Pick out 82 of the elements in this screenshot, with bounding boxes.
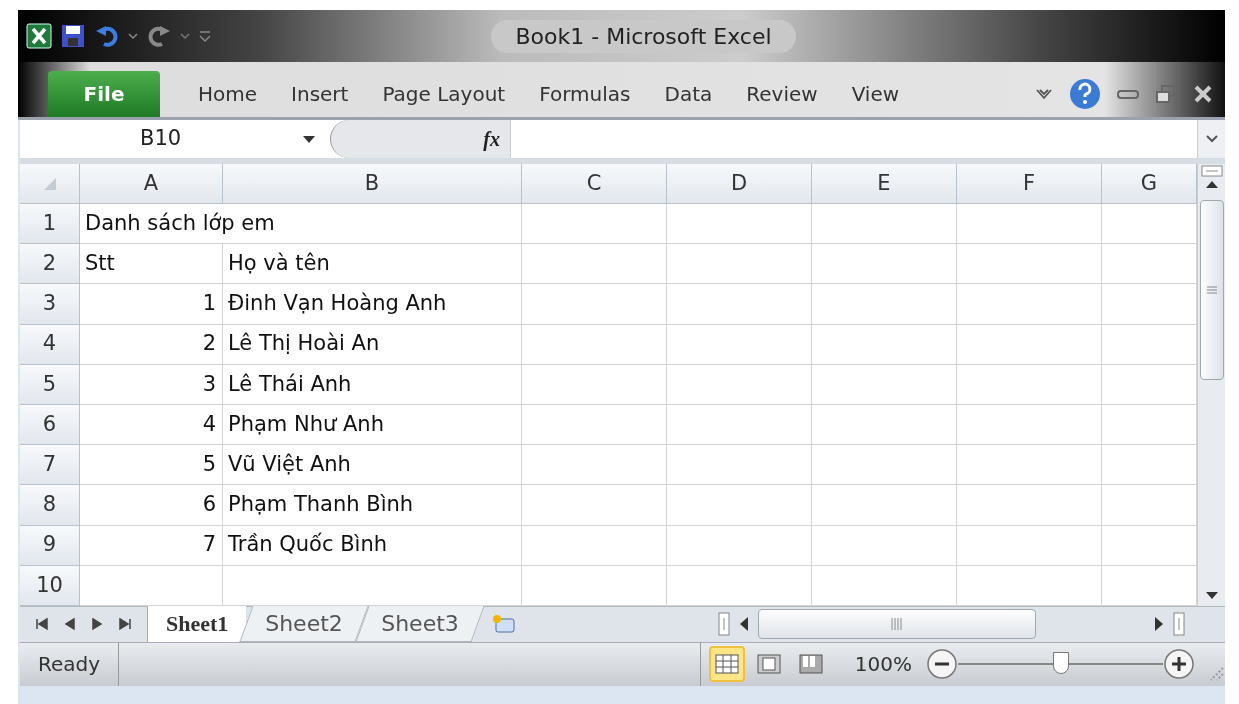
row-header[interactable]: 7 — [20, 445, 80, 486]
table-cell: Stt — [80, 244, 223, 285]
window-title: Book1 - Microsoft Excel — [491, 19, 796, 53]
split-handle-icon[interactable] — [718, 612, 730, 637]
table-cell: 2 — [80, 324, 223, 365]
row-header[interactable]: 8 — [20, 485, 80, 526]
split-handle-icon[interactable] — [1200, 164, 1223, 178]
zoom-level[interactable]: 100% — [854, 649, 912, 680]
spreadsheet-logo-icon[interactable] — [26, 23, 52, 49]
table-cell: 1 — [80, 284, 223, 325]
column-header[interactable]: D — [667, 164, 812, 204]
horizontal-scroll-thumb[interactable] — [758, 609, 1036, 640]
grip-icon — [1205, 285, 1218, 295]
row-header[interactable]: 2 — [20, 244, 80, 285]
scroll-thumb[interactable] — [1199, 200, 1224, 380]
zoom-in-icon[interactable] — [1163, 648, 1195, 681]
file-tab[interactable]: File — [48, 71, 160, 117]
table-cell: Đinh Vạn Hoàng Anh — [223, 284, 522, 325]
vertical-scrollbar[interactable] — [1197, 164, 1225, 606]
row-header[interactable]: 4 — [20, 324, 80, 365]
zoom-out-icon[interactable] — [926, 648, 958, 681]
last-sheet-icon[interactable] — [117, 616, 134, 633]
corner-triangle-icon — [42, 176, 57, 191]
close-icon[interactable] — [1193, 84, 1213, 104]
row-header[interactable]: 5 — [20, 364, 80, 405]
table-cell: 3 — [80, 364, 223, 405]
table-cell: Phạm Thanh Bình — [223, 485, 522, 526]
column-header[interactable]: C — [522, 164, 667, 204]
ribbon-tab[interactable]: Page Layout — [378, 71, 510, 117]
split-handle-icon[interactable] — [1173, 612, 1185, 637]
minimize-icon[interactable] — [1117, 88, 1139, 100]
table-cell: Lê Thị Hoài An — [223, 324, 522, 365]
table-cell: Danh sách lớp em — [80, 204, 522, 245]
table-cell: 4 — [80, 404, 223, 446]
row-header[interactable]: 10 — [20, 565, 80, 606]
dropdown-icon[interactable] — [302, 134, 316, 144]
ribbon-tab[interactable]: Formulas — [535, 71, 635, 117]
ribbon-tab[interactable]: Home — [194, 71, 262, 117]
row-header[interactable]: 3 — [20, 284, 80, 325]
ribbon-tab[interactable]: Review — [742, 71, 822, 117]
save-icon[interactable] — [60, 23, 86, 49]
status-text: Ready — [20, 642, 120, 686]
caret-icon[interactable] — [128, 32, 138, 40]
caret-icon[interactable] — [180, 32, 190, 40]
row-header[interactable]: 1 — [20, 204, 80, 245]
sheet-tab[interactable]: Sheet3 — [355, 605, 485, 642]
expand-icon[interactable] — [1204, 134, 1219, 144]
view-button[interactable] — [708, 646, 745, 683]
help-icon[interactable] — [1069, 78, 1101, 110]
column-header[interactable]: F — [957, 164, 1102, 204]
grip-icon — [890, 617, 904, 632]
ribbon-tab[interactable]: Insert — [287, 71, 353, 117]
table-cell: 6 — [80, 485, 223, 526]
column-header[interactable]: B — [223, 164, 522, 204]
undo-icon[interactable] — [94, 23, 120, 49]
column-header[interactable]: G — [1102, 164, 1197, 204]
scroll-right-icon[interactable] — [1153, 616, 1165, 633]
row-header[interactable]: 6 — [20, 404, 80, 446]
insert-function-button[interactable]: fx — [483, 124, 500, 154]
ribbon-tab[interactable]: View — [847, 71, 904, 117]
row-header[interactable]: 9 — [20, 525, 80, 566]
normal-view-icon — [714, 654, 739, 675]
sheet-tab[interactable]: Sheet1 — [148, 605, 247, 642]
table-cell: Vũ Việt Anh — [223, 445, 522, 486]
table-cell: Họ và tên — [223, 244, 522, 285]
table-cell: 7 — [80, 525, 223, 566]
table-cell: Phạm Như Anh — [223, 404, 522, 446]
first-sheet-icon[interactable] — [33, 616, 50, 633]
zoom-slider-thumb[interactable] — [1052, 652, 1069, 675]
table-cell: Trần Quốc Bình — [223, 525, 522, 566]
column-header[interactable]: E — [812, 164, 957, 204]
table-cell: Lê Thái Anh — [223, 364, 522, 405]
page-layout-view-icon — [756, 654, 781, 675]
ribbon-tab[interactable]: Data — [660, 71, 717, 117]
redo-icon — [146, 23, 172, 49]
customize-toolbar-icon[interactable] — [198, 28, 212, 44]
page-break-view-icon — [798, 654, 823, 675]
name-box[interactable]: B10 — [140, 123, 182, 155]
scroll-left-icon[interactable] — [738, 616, 750, 633]
column-header[interactable]: A — [80, 164, 223, 204]
table-cell: 5 — [80, 445, 223, 486]
collapse-ribbon-icon[interactable] — [1035, 87, 1053, 101]
